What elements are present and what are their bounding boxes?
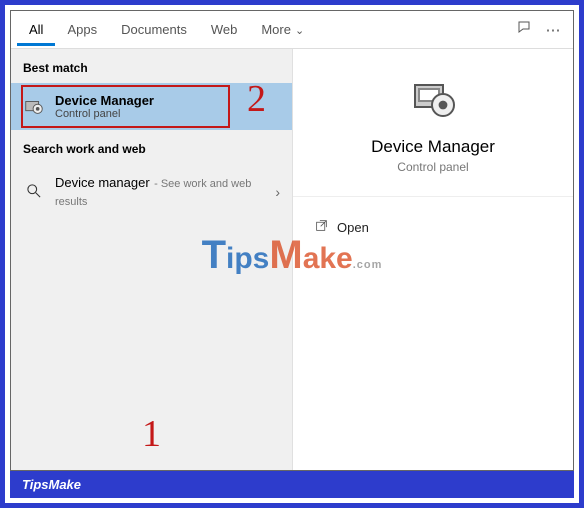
web-result[interactable]: Device manager - See work and web result… bbox=[11, 164, 292, 220]
best-match-title: Device Manager bbox=[55, 93, 154, 108]
tab-documents[interactable]: Documents bbox=[109, 14, 199, 46]
tab-all[interactable]: All bbox=[17, 14, 55, 46]
best-match-subtitle: Control panel bbox=[55, 108, 154, 120]
open-icon bbox=[315, 219, 337, 235]
chevron-right-icon: › bbox=[275, 184, 280, 200]
tab-more[interactable]: More bbox=[249, 14, 316, 46]
footer-bar: TipsMake bbox=[10, 471, 574, 498]
window-border: All Apps Documents Web More ⋯ Best match bbox=[0, 0, 584, 508]
preview-header: Device Manager Control panel bbox=[293, 49, 573, 197]
device-manager-icon bbox=[409, 75, 457, 123]
footer-brand: TipsMake bbox=[22, 477, 81, 492]
preview-column: Device Manager Control panel Open bbox=[293, 49, 573, 470]
feedback-icon[interactable] bbox=[511, 20, 539, 40]
tabs-row: All Apps Documents Web More ⋯ bbox=[11, 11, 573, 49]
device-manager-icon bbox=[23, 96, 45, 118]
tab-web[interactable]: Web bbox=[199, 14, 250, 46]
more-options-icon[interactable]: ⋯ bbox=[539, 21, 567, 39]
web-result-title: Device manager bbox=[55, 175, 150, 190]
search-panel: All Apps Documents Web More ⋯ Best match bbox=[10, 10, 574, 471]
open-label: Open bbox=[337, 220, 369, 235]
actions-list: Open bbox=[293, 197, 573, 257]
best-match-result[interactable]: Device Manager Control panel 2 bbox=[11, 83, 292, 130]
preview-title: Device Manager bbox=[303, 137, 563, 157]
results-column: Best match Device Manager Control panel … bbox=[11, 49, 293, 470]
search-web-header: Search work and web bbox=[11, 130, 292, 164]
annotation-number-1: 1 bbox=[142, 412, 161, 456]
preview-subtitle: Control panel bbox=[303, 160, 563, 174]
tab-apps[interactable]: Apps bbox=[55, 14, 109, 46]
search-icon bbox=[23, 184, 45, 201]
open-action[interactable]: Open bbox=[315, 213, 551, 241]
annotation-number-2: 2 bbox=[247, 77, 266, 121]
